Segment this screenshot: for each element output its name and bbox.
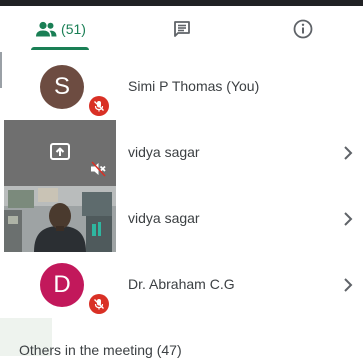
participant-list: S Simi P Thomas (You) vidya sagar vidya … <box>0 54 363 318</box>
avatar: S <box>40 65 84 109</box>
mic-off-icon <box>94 101 104 112</box>
mic-off-icon <box>94 299 104 310</box>
avatar-letter: D <box>53 271 71 298</box>
participant-name: vidya sagar <box>128 144 200 160</box>
participant-name: Simi P Thomas (You) <box>128 78 260 94</box>
video-feed <box>4 186 116 252</box>
chevron-right-icon[interactable] <box>343 145 353 161</box>
active-tab-indicator <box>31 47 89 50</box>
participant-tile: S <box>4 54 116 120</box>
participant-count: (51) <box>61 21 86 37</box>
chevron-right-icon[interactable] <box>343 277 353 293</box>
participant-name: vidya sagar <box>128 210 200 226</box>
avatar-letter: S <box>53 73 70 100</box>
participant-row[interactable]: vidya sagar <box>0 120 363 186</box>
mic-off-badge <box>89 294 109 314</box>
presentation-tile <box>4 120 116 186</box>
chat-icon <box>173 21 190 37</box>
tab-people[interactable]: (51) <box>0 6 121 52</box>
video-tile <box>4 186 116 252</box>
people-icon <box>36 21 57 37</box>
avatar: D <box>40 263 84 307</box>
present-screen-icon <box>50 143 70 160</box>
participant-row[interactable]: vidya sagar <box>0 186 363 252</box>
participant-row[interactable]: D Dr. Abraham C.G <box>0 252 363 318</box>
tab-info[interactable] <box>242 6 363 52</box>
mic-off-badge <box>89 96 109 116</box>
tab-bar: (51) <box>0 6 363 52</box>
participant-row[interactable]: S Simi P Thomas (You) <box>0 54 363 120</box>
participant-tile: D <box>4 252 116 318</box>
info-icon <box>293 19 312 39</box>
volume-off-icon <box>91 161 106 177</box>
chevron-right-icon[interactable] <box>343 211 353 227</box>
participant-name: Dr. Abraham C.G <box>128 276 235 292</box>
tab-chat[interactable] <box>121 6 242 52</box>
